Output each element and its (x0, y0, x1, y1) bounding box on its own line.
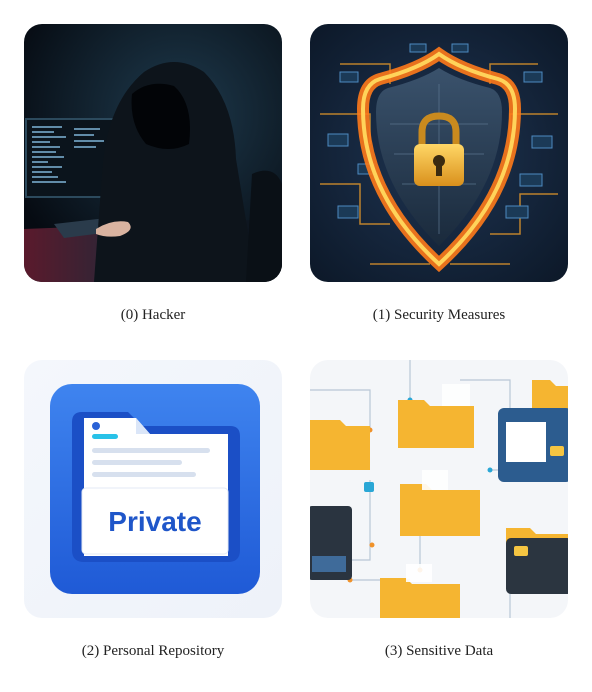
shield-lock-icon (310, 24, 568, 282)
option-personal-repository-image[interactable]: Private (24, 360, 282, 618)
caption-security-measures: (1) Security Measures (372, 307, 506, 323)
hacker-icon (24, 24, 282, 282)
private-label: Private (108, 506, 201, 537)
private-folder-icon: Private (24, 360, 282, 618)
caption-personal-repository: (2) Personal Repository (81, 643, 225, 659)
option-sensitive-data-image[interactable] (310, 360, 568, 618)
caption-hacker: (0) Hacker (120, 307, 186, 323)
data-folders-icon (310, 360, 568, 618)
option-hacker-image[interactable] (24, 24, 282, 282)
caption-sensitive-data: (3) Sensitive Data (384, 643, 494, 659)
option-security-measures-image[interactable] (310, 24, 568, 282)
